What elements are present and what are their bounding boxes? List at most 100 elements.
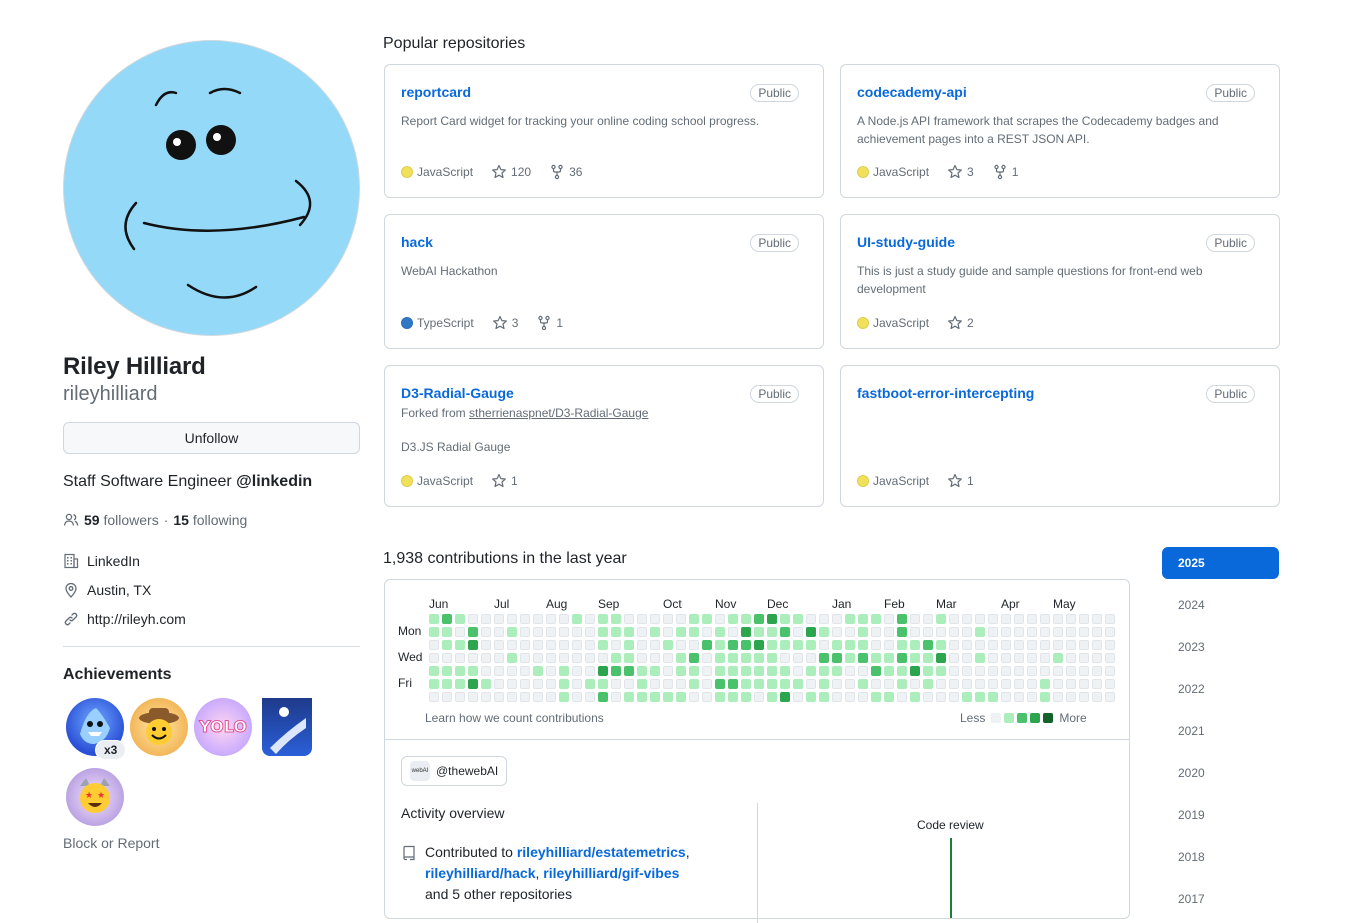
- contribution-day-cell[interactable]: [793, 679, 803, 689]
- contribution-day-cell[interactable]: [572, 679, 582, 689]
- contribution-day-cell[interactable]: [962, 627, 972, 637]
- contribution-day-cell[interactable]: [988, 614, 998, 624]
- contribution-day-cell[interactable]: [546, 666, 556, 676]
- contribution-day-cell[interactable]: [845, 614, 855, 624]
- contribution-day-cell[interactable]: [455, 627, 465, 637]
- contribution-day-cell[interactable]: [1105, 666, 1115, 676]
- contribution-day-cell[interactable]: [858, 627, 868, 637]
- contribution-day-cell[interactable]: [507, 666, 517, 676]
- contribution-day-cell[interactable]: [1040, 653, 1050, 663]
- contribution-day-cell[interactable]: [1066, 627, 1076, 637]
- contribution-day-cell[interactable]: [988, 666, 998, 676]
- contribution-day-cell[interactable]: [871, 653, 881, 663]
- contribution-day-cell[interactable]: [429, 627, 439, 637]
- contribution-day-cell[interactable]: [637, 653, 647, 663]
- contribution-day-cell[interactable]: [546, 653, 556, 663]
- contribution-day-cell[interactable]: [949, 640, 959, 650]
- followers-link[interactable]: 59 followers: [84, 512, 159, 528]
- contribution-day-cell[interactable]: [650, 640, 660, 650]
- contribution-day-cell[interactable]: [598, 679, 608, 689]
- repo-stars-link[interactable]: 1: [511, 474, 518, 488]
- contribution-day-cell[interactable]: [702, 692, 712, 702]
- contribution-day-cell[interactable]: [819, 627, 829, 637]
- contribution-day-cell[interactable]: [663, 653, 673, 663]
- contribution-day-cell[interactable]: [754, 614, 764, 624]
- contribution-day-cell[interactable]: [962, 692, 972, 702]
- contribution-day-cell[interactable]: [936, 666, 946, 676]
- contribution-day-cell[interactable]: [663, 692, 673, 702]
- contribution-day-cell[interactable]: [546, 627, 556, 637]
- contribution-day-cell[interactable]: [962, 653, 972, 663]
- contribution-day-cell[interactable]: [884, 653, 894, 663]
- contribution-day-cell[interactable]: [494, 666, 504, 676]
- contribution-day-cell[interactable]: [650, 627, 660, 637]
- achievement-pull-shark-shield-badge[interactable]: [262, 698, 312, 756]
- contribution-day-cell[interactable]: [468, 614, 478, 624]
- contribution-day-cell[interactable]: [1040, 627, 1050, 637]
- contribution-day-cell[interactable]: [715, 692, 725, 702]
- contribution-day-cell[interactable]: [819, 640, 829, 650]
- contribution-day-cell[interactable]: [949, 666, 959, 676]
- repo-name-link[interactable]: UI-study-guide: [857, 234, 955, 250]
- contribution-day-cell[interactable]: [1092, 614, 1102, 624]
- contribution-day-cell[interactable]: [494, 614, 504, 624]
- contribution-day-cell[interactable]: [559, 653, 569, 663]
- contribution-day-cell[interactable]: [962, 666, 972, 676]
- contribution-day-cell[interactable]: [507, 679, 517, 689]
- contribution-day-cell[interactable]: [585, 640, 595, 650]
- contribution-day-cell[interactable]: [845, 666, 855, 676]
- contribution-day-cell[interactable]: [1079, 640, 1089, 650]
- profile-avatar[interactable]: [63, 40, 360, 336]
- contribution-day-cell[interactable]: [546, 679, 556, 689]
- repo-stars-link[interactable]: 2: [967, 316, 974, 330]
- contribution-day-cell[interactable]: [702, 679, 712, 689]
- contribution-day-cell[interactable]: [533, 653, 543, 663]
- year-link-2021[interactable]: 2021: [1162, 715, 1279, 747]
- repo-name-link[interactable]: reportcard: [401, 84, 471, 100]
- contribution-day-cell[interactable]: [611, 653, 621, 663]
- contribution-day-cell[interactable]: [1053, 614, 1063, 624]
- contribution-day-cell[interactable]: [520, 653, 530, 663]
- contribution-day-cell[interactable]: [780, 627, 790, 637]
- contribution-day-cell[interactable]: [871, 614, 881, 624]
- contribution-day-cell[interactable]: [611, 640, 621, 650]
- contribution-day-cell[interactable]: [650, 653, 660, 663]
- contribution-day-cell[interactable]: [897, 653, 907, 663]
- contribution-day-cell[interactable]: [832, 640, 842, 650]
- contribution-day-cell[interactable]: [1027, 666, 1037, 676]
- contribution-day-cell[interactable]: [585, 627, 595, 637]
- contribution-day-cell[interactable]: [988, 640, 998, 650]
- contribution-day-cell[interactable]: [949, 627, 959, 637]
- contribution-day-cell[interactable]: [754, 653, 764, 663]
- contribution-day-cell[interactable]: [637, 640, 647, 650]
- contribution-day-cell[interactable]: [897, 666, 907, 676]
- contribution-day-cell[interactable]: [1053, 627, 1063, 637]
- contribution-day-cell[interactable]: [481, 679, 491, 689]
- contribution-day-cell[interactable]: [806, 692, 816, 702]
- contribution-day-cell[interactable]: [559, 627, 569, 637]
- contribution-day-cell[interactable]: [455, 653, 465, 663]
- repo-stars-link[interactable]: 3: [967, 165, 974, 179]
- contribution-day-cell[interactable]: [637, 627, 647, 637]
- contribution-day-cell[interactable]: [442, 640, 452, 650]
- contribution-day-cell[interactable]: [1027, 653, 1037, 663]
- contribution-day-cell[interactable]: [676, 666, 686, 676]
- contribution-day-cell[interactable]: [546, 640, 556, 650]
- contribution-day-cell[interactable]: [1105, 614, 1115, 624]
- repo-name-link[interactable]: codecademy-api: [857, 84, 967, 100]
- contribution-day-cell[interactable]: [624, 640, 634, 650]
- contribution-day-cell[interactable]: [975, 679, 985, 689]
- contribution-day-cell[interactable]: [624, 627, 634, 637]
- contribution-day-cell[interactable]: [767, 666, 777, 676]
- contribution-day-cell[interactable]: [936, 640, 946, 650]
- contribution-day-cell[interactable]: [793, 653, 803, 663]
- contribution-day-cell[interactable]: [923, 679, 933, 689]
- contribution-day-cell[interactable]: [1027, 614, 1037, 624]
- contribution-day-cell[interactable]: [1066, 640, 1076, 650]
- contribution-day-cell[interactable]: [442, 666, 452, 676]
- contribution-day-cell[interactable]: [858, 653, 868, 663]
- contribution-day-cell[interactable]: [455, 666, 465, 676]
- contribution-day-cell[interactable]: [507, 653, 517, 663]
- year-link-2020[interactable]: 2020: [1162, 757, 1279, 789]
- contribution-day-cell[interactable]: [1053, 679, 1063, 689]
